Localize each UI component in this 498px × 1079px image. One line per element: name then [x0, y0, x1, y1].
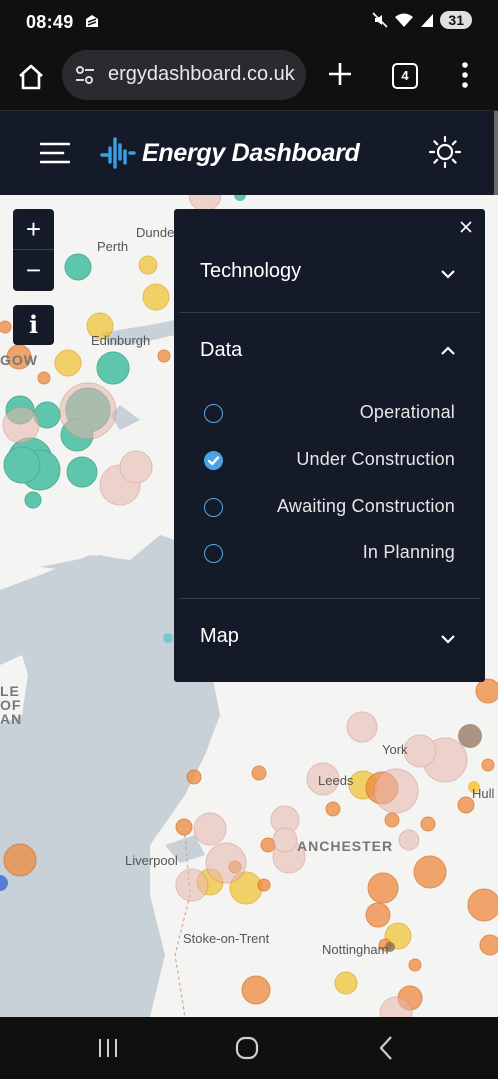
filter-panel: Technology Data Operational Under Constr… [174, 209, 485, 682]
data-option-operational[interactable]: Operational [204, 400, 455, 430]
map-label-manchester: ANCHESTER [297, 838, 394, 854]
zoom-in-button[interactable]: + [13, 209, 54, 249]
map-label-isle-of-man-3: AN [0, 711, 23, 727]
chevron-up-icon[interactable] [439, 345, 457, 357]
more-options-icon[interactable] [460, 60, 470, 90]
radio-under-construction[interactable] [204, 451, 223, 470]
map-label-liverpool: Liverpool [125, 853, 178, 868]
option-label: Under Construction [296, 449, 455, 469]
theme-toggle-icon[interactable] [428, 135, 462, 169]
radio-awaiting-construction[interactable] [204, 498, 223, 517]
map-label-edinburgh: Edinburgh [91, 333, 151, 348]
option-label: Awaiting Construction [277, 496, 455, 516]
brand-name: Energy Dashboard [142, 138, 360, 167]
back-icon[interactable] [376, 1035, 396, 1061]
home-nav-icon[interactable] [234, 1035, 260, 1061]
option-label: Operational [359, 402, 455, 422]
data-option-under-construction[interactable]: Under Construction [204, 447, 455, 477]
battery-indicator: 31 [440, 11, 472, 29]
pulse-logo-icon [100, 137, 136, 169]
menu-icon[interactable] [40, 141, 70, 165]
status-time: 08:49 [26, 12, 74, 32]
status-bar: 08:49 31 [0, 0, 498, 44]
section-data-header[interactable]: Data [200, 339, 242, 362]
home-icon[interactable] [16, 62, 46, 92]
map-label-dundee: Dunde [136, 225, 175, 240]
map-label-stoke: Stoke-on-Trent [183, 931, 270, 946]
app-notification-icon [86, 15, 98, 27]
brand-logo[interactable]: Energy Dashboard [100, 135, 360, 171]
site-settings-icon[interactable] [74, 64, 96, 86]
checkmark-icon [207, 455, 219, 465]
tab-switcher-button[interactable]: 4 [392, 63, 418, 89]
map-label-nottingham: Nottingham [322, 942, 389, 957]
section-map-header[interactable]: Map [200, 625, 239, 648]
option-label: In Planning [362, 542, 455, 562]
radio-in-planning[interactable] [204, 544, 223, 563]
signal-icon [421, 14, 434, 27]
info-button[interactable]: i [13, 305, 54, 345]
recent-apps-icon[interactable] [96, 1036, 120, 1060]
system-icons: 31 [372, 11, 472, 29]
browser-toolbar: ergydashboard.co.uk 4 [0, 44, 498, 111]
map-label-hull: Hull [472, 786, 495, 801]
map-label-leeds: Leeds [318, 773, 354, 788]
section-divider [179, 312, 480, 313]
section-divider [179, 598, 480, 599]
new-tab-icon[interactable] [326, 60, 354, 88]
mute-icon [372, 12, 388, 28]
close-icon[interactable] [458, 219, 474, 235]
map-label-glasgow: GOW [0, 352, 38, 368]
data-option-awaiting-construction[interactable]: Awaiting Construction [204, 494, 455, 524]
zoom-control: + − [13, 209, 54, 291]
address-bar[interactable]: ergydashboard.co.uk [62, 50, 306, 100]
url-text: ergydashboard.co.uk [108, 63, 295, 85]
map-label-york: York [382, 742, 408, 757]
map-label-perth: Perth [97, 239, 129, 254]
radio-operational[interactable] [204, 404, 223, 423]
zoom-out-button[interactable]: − [13, 250, 54, 290]
system-nav-bar [0, 1017, 498, 1079]
chevron-down-icon[interactable] [439, 268, 457, 280]
data-option-in-planning[interactable]: In Planning [204, 540, 455, 570]
wifi-icon [395, 13, 414, 27]
chevron-down-icon[interactable] [439, 633, 457, 645]
section-technology-header[interactable]: Technology [200, 260, 301, 283]
app-header: Energy Dashboard [0, 111, 494, 195]
